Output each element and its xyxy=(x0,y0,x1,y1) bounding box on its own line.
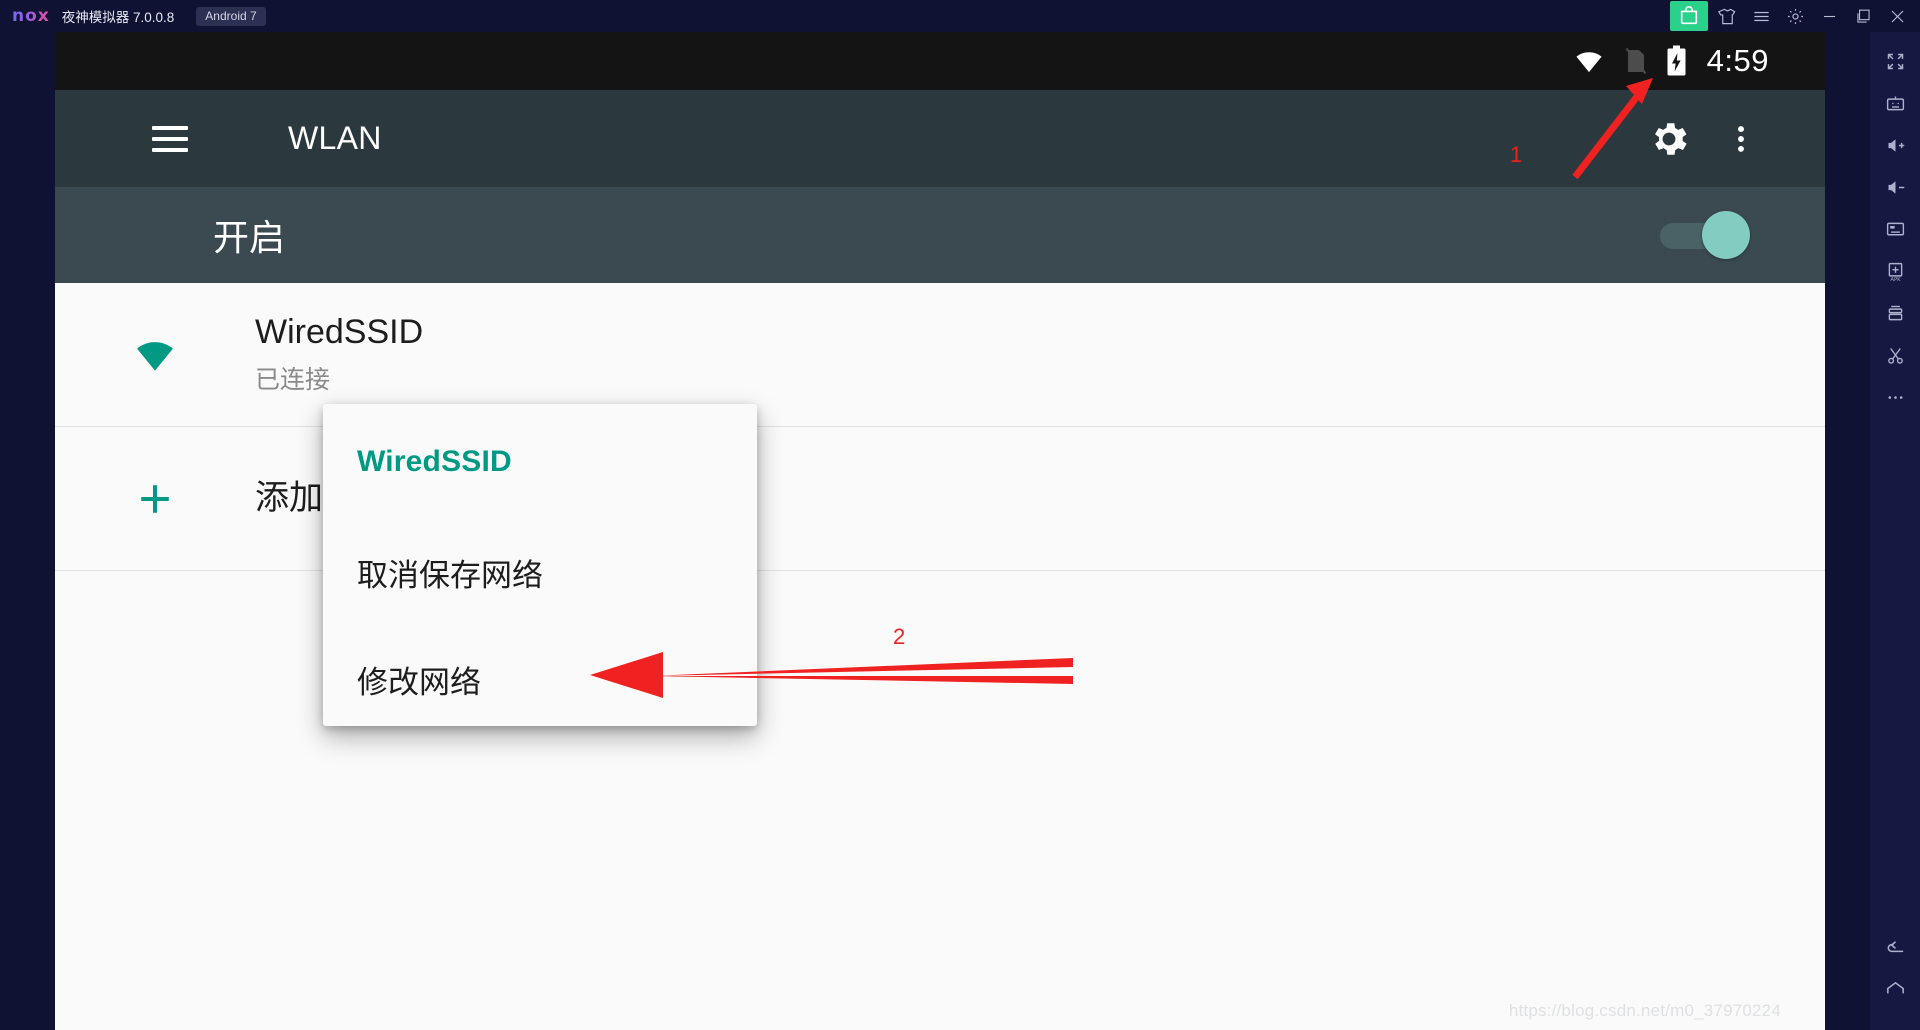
hamburger-icon[interactable] xyxy=(1744,0,1778,32)
gear-icon[interactable] xyxy=(1633,103,1705,175)
app-bar-actions xyxy=(1633,103,1777,175)
wifi-network-list: WiredSSID 已连接 添加网络 xyxy=(55,283,1825,571)
page-title: WLAN xyxy=(288,120,382,156)
nox-logo: nox xyxy=(12,6,50,26)
dialog-item-modify-network[interactable]: 修改网络 xyxy=(357,657,481,702)
emulator-sidebar-toolbar: APK xyxy=(1870,32,1920,1030)
annotation-label-1: 1 xyxy=(1510,142,1523,167)
wifi-master-toggle[interactable] xyxy=(1660,211,1750,259)
toggle-thumb xyxy=(1702,211,1750,259)
scissors-icon[interactable] xyxy=(1870,334,1920,376)
multi-instance-icon[interactable] xyxy=(1870,292,1920,334)
keyboard-icon[interactable] xyxy=(1870,82,1920,124)
network-text-block: WiredSSID 已连接 xyxy=(255,313,423,396)
navigation-drawer-button[interactable] xyxy=(152,125,188,152)
close-icon[interactable] xyxy=(1880,0,1914,32)
emulator-screen: 4:59 WLAN 开启 WiredSSID 已连接 WiredSSID 取消保… xyxy=(55,32,1825,1030)
wifi-signal-icon xyxy=(125,333,185,377)
app-bar: WLAN xyxy=(55,90,1825,187)
ellipsis-icon[interactable] xyxy=(1870,376,1920,418)
store-icon[interactable] xyxy=(1670,1,1708,31)
overflow-menu-icon[interactable] xyxy=(1705,103,1777,175)
dialog-title: WiredSSID xyxy=(357,445,512,478)
minimize-icon[interactable] xyxy=(1812,0,1846,32)
dialog-item-forget-network[interactable]: 取消保存网络 xyxy=(357,550,543,595)
volume-up-icon[interactable] xyxy=(1870,124,1920,166)
battery-charging-icon xyxy=(1666,45,1687,77)
restore-icon[interactable] xyxy=(1846,0,1880,32)
gear-icon[interactable] xyxy=(1778,0,1812,32)
status-bar-clock: 4:59 xyxy=(1706,43,1769,78)
network-options-dialog: WiredSSID 取消保存网络 修改网络 xyxy=(323,404,757,726)
window-titlebar: nox 夜神模拟器 7.0.0.8 Android 7 xyxy=(0,0,1920,32)
android-status-bar: 4:59 xyxy=(55,32,1825,90)
wifi-master-switch-row[interactable]: 开启 xyxy=(55,187,1825,283)
sim-off-icon xyxy=(1624,46,1648,76)
annotation-label-2: 2 xyxy=(893,624,906,649)
watermark: https://blog.csdn.net/m0_37970224 xyxy=(1508,1001,1781,1020)
network-ssid: WiredSSID xyxy=(255,312,424,351)
nox-emulator-window: nox 夜神模拟器 7.0.0.8 Android 7 APK 4:59 WLA… xyxy=(0,0,1920,1030)
network-status: 已连接 xyxy=(255,366,331,395)
window-controls xyxy=(1670,0,1920,32)
apk-install-icon[interactable]: APK xyxy=(1870,250,1920,292)
table-row[interactable]: WiredSSID 已连接 xyxy=(55,283,1825,427)
back-arrow-icon[interactable] xyxy=(1870,926,1920,968)
monitor-icon[interactable] xyxy=(1870,208,1920,250)
wifi-master-switch-label: 开启 xyxy=(213,217,286,258)
android-version-badge: Android 7 xyxy=(196,6,266,26)
svg-text:APK: APK xyxy=(1890,277,1901,282)
window-title: 夜神模拟器 7.0.0.8 xyxy=(61,10,175,25)
fullscreen-icon[interactable] xyxy=(1870,40,1920,82)
plus-icon xyxy=(125,477,185,521)
wifi-status-icon xyxy=(1572,47,1606,75)
add-network-row[interactable]: 添加网络 xyxy=(55,427,1825,571)
shirt-icon[interactable] xyxy=(1710,0,1744,32)
volume-down-icon[interactable] xyxy=(1870,166,1920,208)
home-icon[interactable] xyxy=(1870,968,1920,1010)
